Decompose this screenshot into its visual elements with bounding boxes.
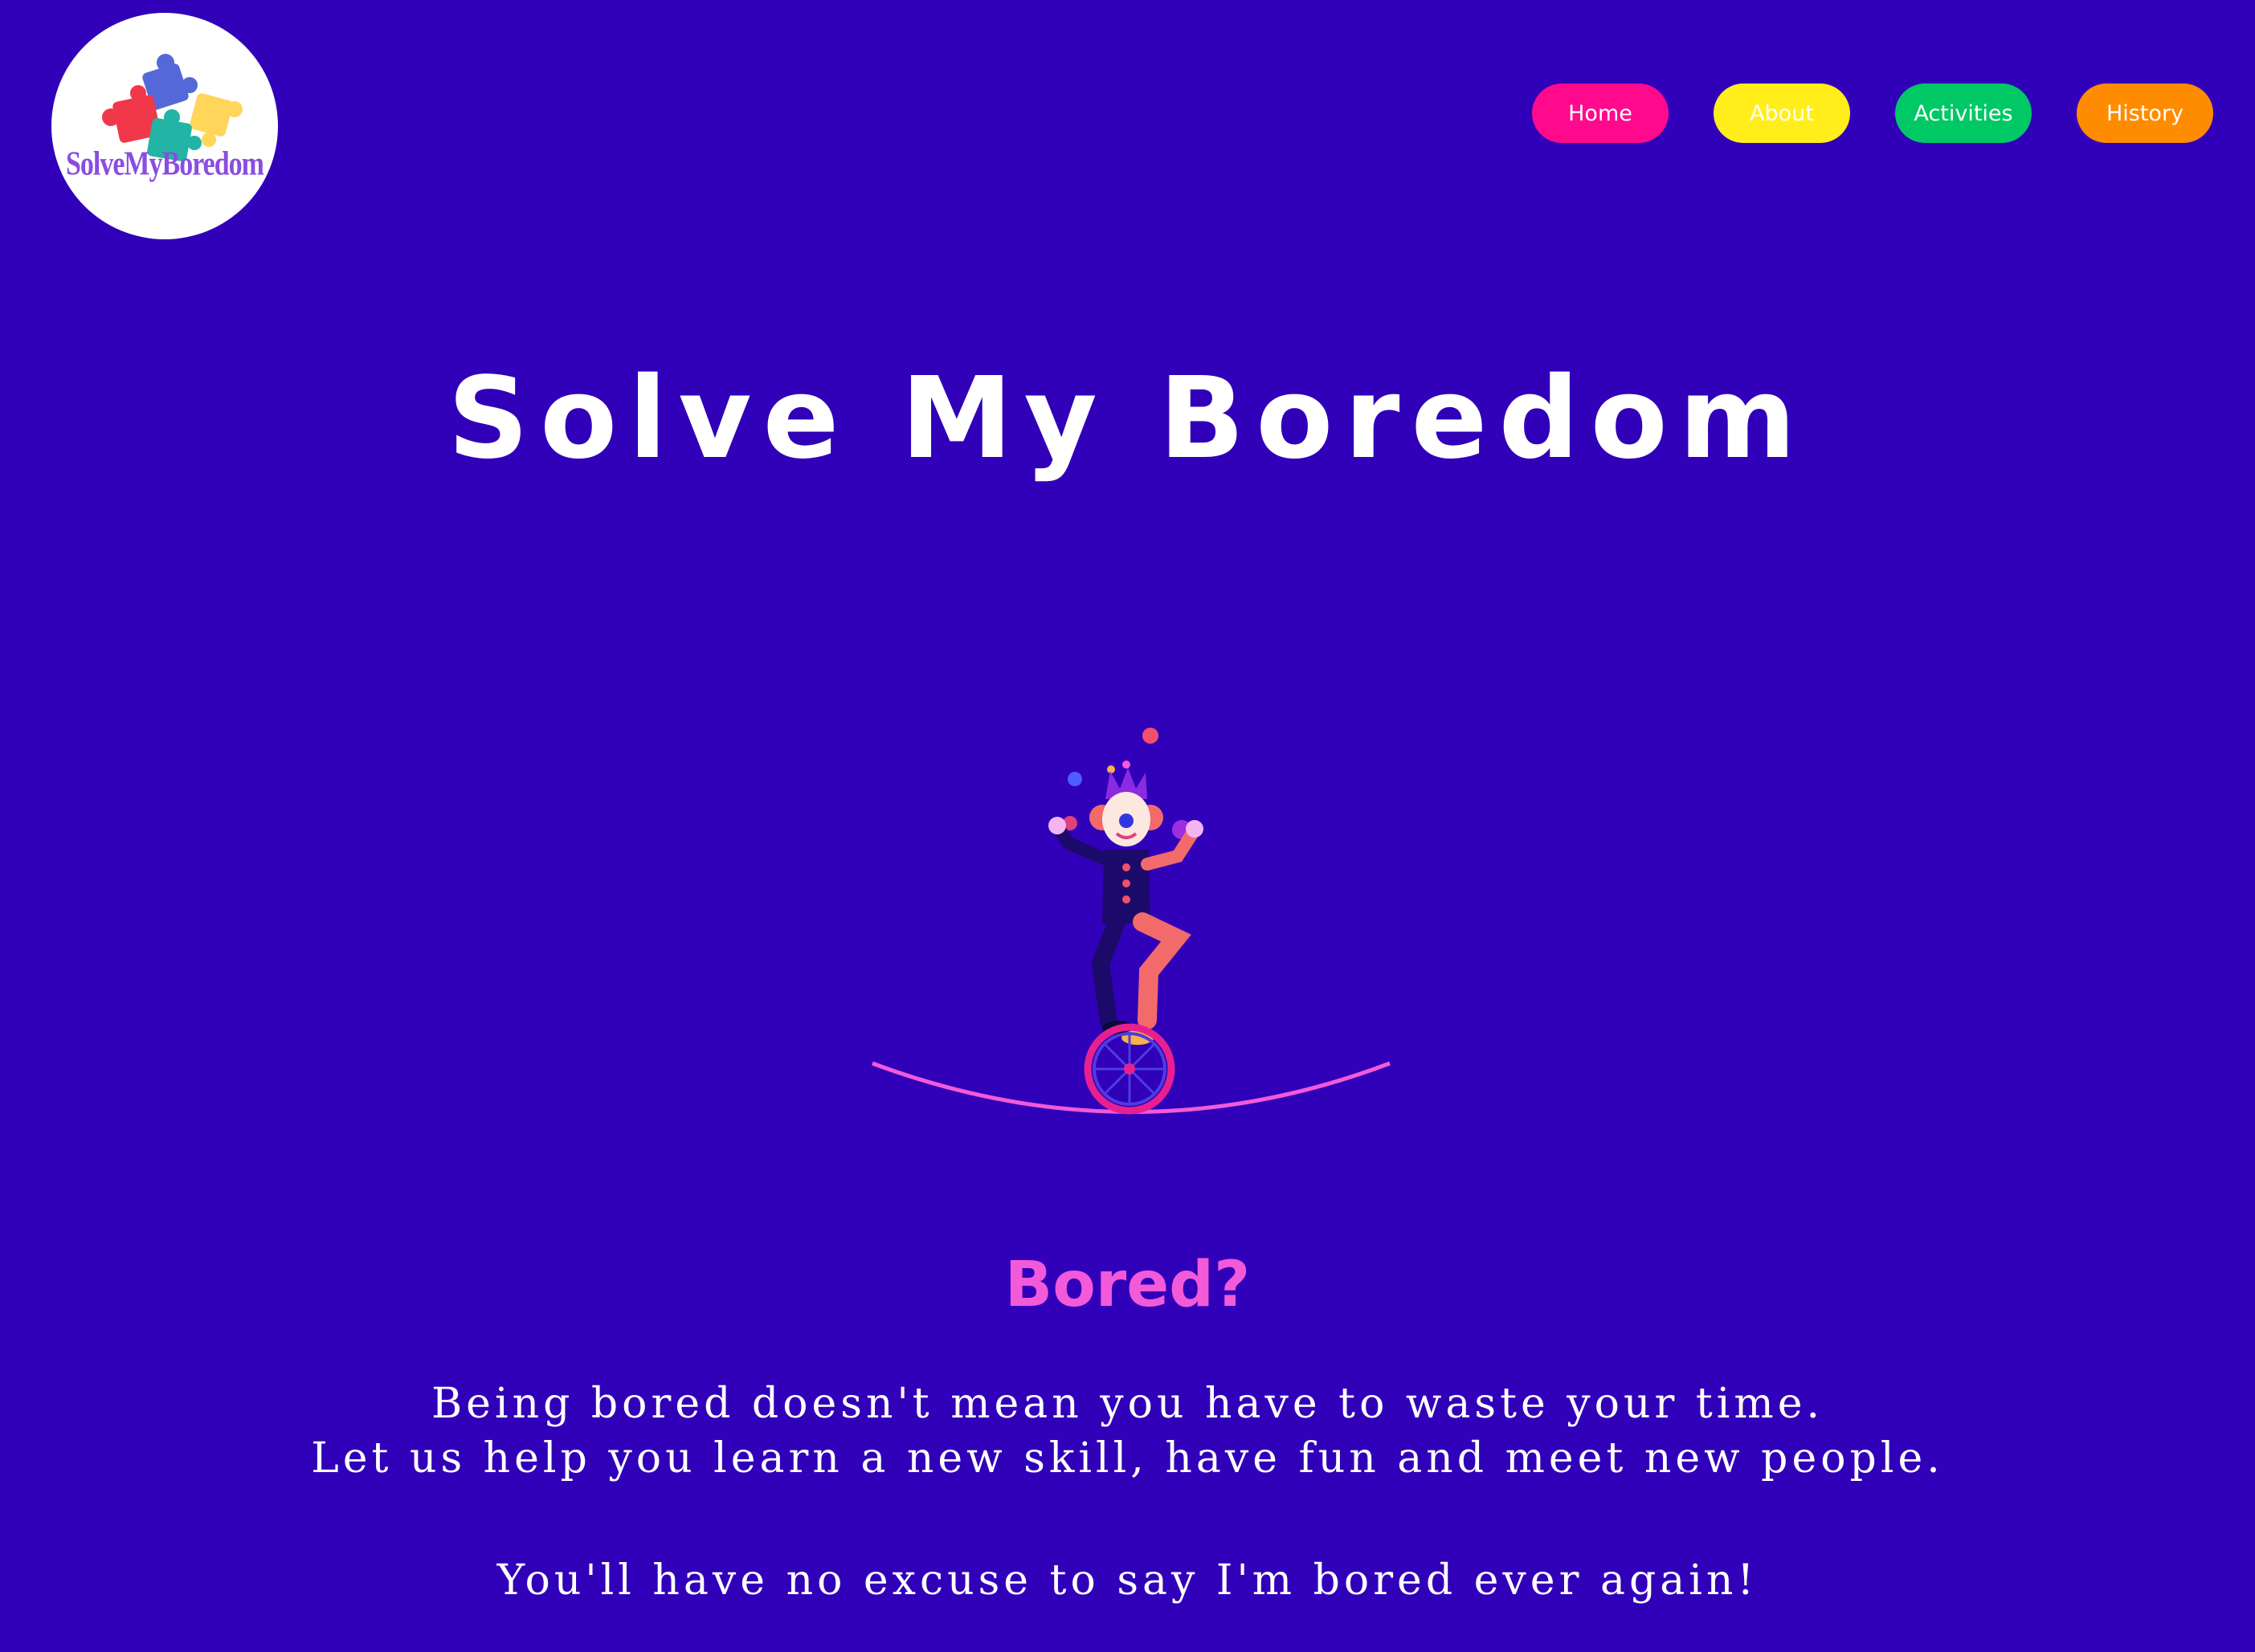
bored-heading: Bored?	[1004, 1249, 1251, 1321]
page-title: Solve My Boredom	[447, 353, 1808, 484]
main-nav: Home About Activities History	[1532, 84, 2213, 143]
intro-line-3: You'll have no excuse to say I'm bored e…	[496, 1556, 1759, 1605]
intro-line-1: Being bored doesn't mean you have to was…	[431, 1380, 1824, 1428]
logo-text: SolveMyBoredom	[65, 145, 264, 183]
clown-unicycle-icon	[872, 728, 1391, 1115]
nav-activities-button[interactable]: Activities	[1895, 84, 2032, 143]
nav-home-button[interactable]: Home	[1532, 84, 1669, 143]
puzzle-pieces-icon	[102, 54, 243, 162]
hero-illustration	[868, 723, 1398, 1124]
intro-line-2: Let us help you learn a new skill, have …	[311, 1434, 1944, 1483]
nav-history-button[interactable]: History	[2077, 84, 2213, 143]
site-logo[interactable]: SolveMyBoredom	[51, 13, 278, 239]
nav-about-button[interactable]: About	[1714, 84, 1850, 143]
